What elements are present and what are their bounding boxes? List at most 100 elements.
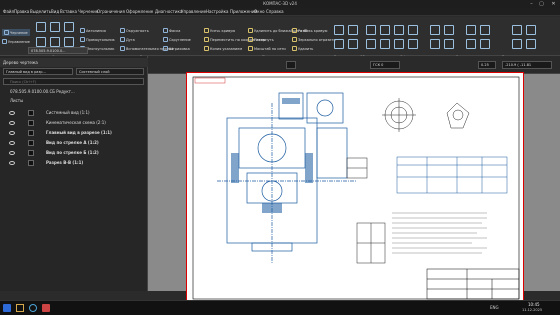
visibility-eye-icon[interactable] bbox=[9, 161, 15, 165]
split-button[interactable]: Разбить кривую bbox=[292, 28, 327, 33]
close-button[interactable]: ✕ bbox=[549, 0, 558, 8]
tree-item-section-vv[interactable]: Разрез В-В (1:1) bbox=[0, 159, 148, 168]
hatch-area-icon[interactable] bbox=[430, 39, 440, 49]
title-bar: КОМПАС-3D v24 – ▢ ✕ bbox=[0, 0, 560, 8]
tree-item-kinematic[interactable]: Кинематическая схема (2:1) bbox=[0, 119, 148, 128]
insert-view-icon[interactable] bbox=[512, 25, 522, 35]
menu-help[interactable]: Справка bbox=[266, 9, 284, 14]
save-icon[interactable] bbox=[64, 22, 74, 32]
dimension-icon[interactable] bbox=[334, 25, 344, 35]
axis-icon[interactable] bbox=[444, 25, 454, 35]
menu-format[interactable]: Оформление bbox=[126, 9, 153, 14]
menu-view[interactable]: Вид bbox=[51, 9, 59, 14]
arrow-view-icon[interactable] bbox=[408, 39, 418, 49]
tree-root[interactable]: 078.505.9.0100.00.СБ Редукт... bbox=[0, 89, 148, 98]
table-icon[interactable] bbox=[380, 25, 390, 35]
language-indicator[interactable]: ENG bbox=[490, 305, 499, 310]
copy-button[interactable]: Копия указанием bbox=[204, 46, 242, 51]
layer-color-icon[interactable] bbox=[28, 140, 34, 146]
layer-color-icon[interactable] bbox=[28, 160, 34, 166]
fillet-button[interactable]: Скругление bbox=[163, 37, 191, 42]
rectangle-button[interactable]: Прямоугольник bbox=[80, 37, 115, 42]
fragment-icon[interactable] bbox=[512, 39, 522, 49]
layers-icon[interactable] bbox=[36, 37, 46, 47]
properties-icon[interactable] bbox=[50, 37, 60, 47]
open-icon[interactable] bbox=[50, 22, 60, 32]
browser-icon[interactable] bbox=[29, 304, 37, 312]
visibility-eye-icon[interactable] bbox=[9, 141, 15, 145]
mark-icon[interactable] bbox=[466, 39, 476, 49]
view-icon[interactable] bbox=[64, 37, 74, 47]
coordinate-system-select[interactable]: ГСК 0 bbox=[370, 61, 400, 69]
tree-sheets[interactable]: Листы bbox=[0, 98, 148, 107]
radius-icon[interactable] bbox=[334, 39, 344, 49]
layer-color-icon[interactable] bbox=[28, 110, 34, 116]
visibility-eye-icon[interactable] bbox=[9, 121, 15, 125]
tree-item-main-view[interactable]: Главный вид в разрезе (1:1) bbox=[0, 129, 148, 138]
tree-item-view-b[interactable]: Вид по стрелке Б (1:2) bbox=[0, 149, 148, 158]
view-dropdown[interactable]: Главный вид в разр... bbox=[3, 68, 73, 75]
start-icon[interactable] bbox=[3, 304, 11, 312]
menu-constraints[interactable]: Ограничения bbox=[97, 9, 125, 14]
angle-dimension-icon[interactable] bbox=[348, 25, 358, 35]
file-explorer-icon[interactable] bbox=[16, 304, 24, 312]
arc-button[interactable]: Дуга bbox=[120, 37, 135, 42]
leader-icon[interactable] bbox=[394, 25, 404, 35]
section-icon[interactable] bbox=[394, 39, 404, 49]
visibility-eye-icon[interactable] bbox=[9, 111, 15, 115]
layer-color-icon[interactable] bbox=[28, 150, 34, 156]
insert-table-icon[interactable] bbox=[526, 39, 536, 49]
base-icon[interactable] bbox=[366, 39, 376, 49]
document-tab[interactable]: 078.505.9.0100.0... bbox=[28, 47, 88, 54]
visibility-eye-icon[interactable] bbox=[9, 131, 15, 135]
tree-search-input[interactable]: Поиск (Ctrl+F) bbox=[3, 78, 144, 85]
mirror-button[interactable]: Зеркально отразить bbox=[292, 37, 336, 42]
cursor-tool-icon[interactable] bbox=[286, 61, 296, 69]
chamfer-button[interactable]: Фаска bbox=[163, 28, 180, 33]
menu-file[interactable]: Файл bbox=[3, 9, 14, 14]
menu-diagnostics[interactable]: Диагностика bbox=[155, 9, 182, 14]
drawing-sheet[interactable] bbox=[186, 72, 524, 302]
rotate-button[interactable]: Повернуть bbox=[248, 37, 274, 42]
thread-icon[interactable] bbox=[444, 39, 454, 49]
delete-button[interactable]: Удалить bbox=[292, 46, 313, 51]
new-document-icon[interactable] bbox=[36, 22, 46, 32]
layer-color-icon[interactable] bbox=[28, 120, 34, 126]
balloon-icon[interactable] bbox=[480, 39, 490, 49]
layer-dropdown[interactable]: Системный слой bbox=[76, 68, 144, 75]
tab-manage[interactable]: Управление bbox=[2, 39, 30, 44]
roughness-icon[interactable] bbox=[408, 25, 418, 35]
visibility-eye-icon[interactable] bbox=[9, 151, 15, 155]
menu-drawing[interactable]: Черчение bbox=[78, 9, 98, 14]
tab-drawing[interactable]: Черчение bbox=[2, 29, 30, 36]
zoom-field[interactable]: 0.25 bbox=[478, 61, 496, 69]
position-icon[interactable] bbox=[480, 25, 490, 35]
scale-button[interactable]: Масштаб по сети bbox=[248, 46, 286, 51]
kompas-icon[interactable] bbox=[42, 304, 50, 312]
trim-button[interactable]: Усечь кривую bbox=[204, 28, 235, 33]
maximize-button[interactable]: ▢ bbox=[537, 0, 546, 8]
menu-select[interactable]: Выделить bbox=[30, 9, 51, 14]
tree-item-system-view[interactable]: Системный вид (1:1) bbox=[0, 109, 148, 118]
diameter-icon[interactable] bbox=[348, 39, 358, 49]
text-icon[interactable] bbox=[366, 25, 376, 35]
menu-window[interactable]: Окно bbox=[254, 9, 265, 14]
minimize-button[interactable]: – bbox=[527, 0, 536, 8]
autoline-button[interactable]: Автолиния bbox=[80, 28, 106, 33]
mirror-label: Зеркально отразить bbox=[298, 37, 336, 42]
circle-button[interactable]: Окружность bbox=[120, 28, 149, 33]
menu-edit[interactable]: Правка bbox=[14, 9, 29, 14]
tolerance-icon[interactable] bbox=[380, 39, 390, 49]
center-mark-icon[interactable] bbox=[430, 25, 440, 35]
layer-color-icon[interactable] bbox=[28, 130, 34, 136]
tab-drawing-label: Черчение bbox=[10, 30, 28, 35]
hatch-button[interactable]: Штриховка bbox=[163, 46, 190, 51]
delete-label: Удалить bbox=[298, 46, 314, 51]
weld-icon[interactable] bbox=[466, 25, 476, 35]
tree-item-view-a[interactable]: Вид по стрелке А (1:2) bbox=[0, 139, 148, 148]
menu-settings[interactable]: Настройка bbox=[206, 9, 228, 14]
menu-apps[interactable]: Приложения bbox=[230, 9, 257, 14]
insert-image-icon[interactable] bbox=[526, 25, 536, 35]
menu-manage[interactable]: Управление bbox=[181, 9, 206, 14]
menu-insert[interactable]: Вставка bbox=[60, 9, 77, 14]
